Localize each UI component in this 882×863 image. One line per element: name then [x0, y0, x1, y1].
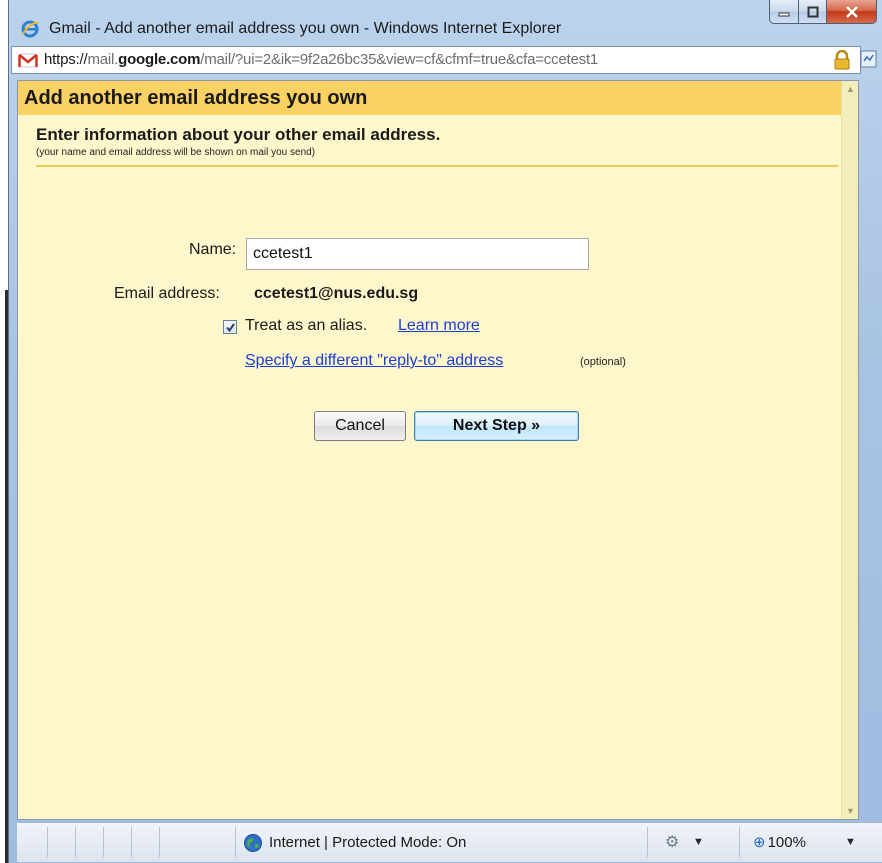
- browser-window: Gmail - Add another email address you ow…: [8, 0, 882, 863]
- status-divider: [131, 827, 132, 857]
- lock-icon[interactable]: [832, 50, 852, 70]
- next-step-button[interactable]: Next Step »: [414, 411, 579, 441]
- url-domain: google.com: [118, 51, 201, 68]
- close-button[interactable]: [827, 0, 877, 24]
- window-title: Gmail - Add another email address you ow…: [49, 20, 562, 37]
- email-address-value: ccetest1@nus.edu.sg: [254, 285, 419, 302]
- status-divider: [235, 827, 236, 857]
- outer-background: [0, 0, 8, 863]
- minimize-button[interactable]: [769, 0, 799, 24]
- maximize-button[interactable]: [799, 0, 827, 24]
- scroll-up-arrow-icon[interactable]: ▲: [846, 84, 855, 94]
- alias-checkbox[interactable]: [223, 320, 237, 334]
- maximize-icon: [807, 6, 818, 17]
- feeds-icon[interactable]: [860, 49, 878, 69]
- zoom-icon: ⊕: [753, 834, 766, 851]
- status-divider: [103, 827, 104, 857]
- status-bar: Internet | Protected Mode: On ⚙ ▼ ⊕ 100% …: [17, 822, 882, 862]
- chevron-down-icon[interactable]: ▼: [693, 836, 704, 848]
- minimize-icon: [778, 12, 790, 16]
- status-divider: [647, 827, 648, 857]
- cancel-button[interactable]: Cancel: [314, 411, 406, 441]
- window-controls: [769, 0, 877, 24]
- gmail-icon: [18, 53, 38, 68]
- name-label: Name:: [189, 241, 237, 258]
- internet-explorer-icon: [21, 20, 39, 38]
- scroll-down-arrow-icon[interactable]: ▼: [846, 806, 855, 816]
- zoom-value: 100%: [767, 834, 806, 851]
- vertical-scrollbar[interactable]: ▲ ▼: [841, 81, 858, 819]
- url-prefix: mail.: [87, 51, 119, 68]
- close-icon: [845, 5, 858, 18]
- globe-icon: [244, 834, 262, 852]
- zoom-level[interactable]: ⊕ 100%: [753, 833, 806, 851]
- alias-label: Treat as an alias.: [245, 317, 368, 334]
- checkmark-icon: [226, 323, 235, 333]
- title-bar[interactable]: Gmail - Add another email address you ow…: [9, 0, 882, 40]
- dialog-header: Add another email address you own: [18, 81, 858, 115]
- status-divider: [159, 827, 160, 857]
- status-divider: [739, 827, 740, 857]
- learn-more-link[interactable]: Learn more: [398, 317, 480, 335]
- dialog-title: Add another email address you own: [24, 87, 368, 109]
- section-divider: [36, 165, 838, 167]
- address-bar[interactable]: https://mail.google.com/mail/?ui=2&ik=9f…: [11, 46, 861, 74]
- section-heading: Enter information about your other email…: [36, 125, 441, 144]
- section-note: (your name and email address will be sho…: [36, 147, 316, 158]
- security-zone[interactable]: Internet | Protected Mode: On: [269, 834, 466, 851]
- dialog-content: Add another email address you own Enter …: [17, 80, 859, 820]
- optional-note: (optional): [580, 356, 626, 368]
- zoom-chevron-down-icon[interactable]: ▼: [845, 836, 856, 848]
- address-url[interactable]: https://mail.google.com/mail/?ui=2&ik=9f…: [44, 51, 598, 68]
- status-divider: [47, 827, 48, 857]
- name-input[interactable]: [246, 238, 589, 270]
- email-label: Email address:: [114, 285, 220, 302]
- reply-to-link[interactable]: Specify a different "reply-to" address: [245, 352, 503, 370]
- protected-mode-icon[interactable]: ⚙: [665, 832, 679, 852]
- status-divider: [75, 827, 76, 857]
- url-scheme: https://: [44, 51, 88, 68]
- url-path: /mail/?ui=2&ik=9f2a26bc35&view=cf&cfmf=t…: [200, 51, 599, 68]
